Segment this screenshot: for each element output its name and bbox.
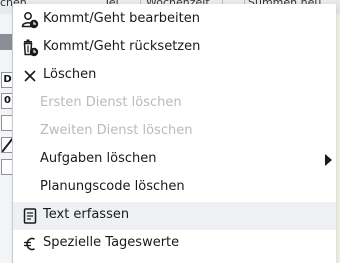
menu-item-label: Kommt/Geht bearbeiten xyxy=(43,11,200,26)
submenu-arrow-icon xyxy=(325,154,332,166)
menu-item-text-erfassen[interactable]: Text erfassen xyxy=(13,202,336,230)
menu-item-kommt-geht-ruecksetzen[interactable]: Kommt/Geht rücksetzen xyxy=(13,34,336,62)
menu-item-loeschen[interactable]: Löschen xyxy=(13,62,336,90)
menu-item-aufgaben-loeschen[interactable]: Aufgaben löschen xyxy=(13,146,336,174)
context-menu: Kommt/Geht bearbeiten Kommt/Geht rückset… xyxy=(12,4,336,263)
menu-item-label: Ersten Dienst löschen xyxy=(40,95,182,110)
trash-clock-icon xyxy=(21,39,39,57)
menu-item-label: Planungscode löschen xyxy=(40,179,185,194)
menu-item-label: Aufgaben löschen xyxy=(40,151,157,166)
menu-item-label: Zweiten Dienst löschen xyxy=(40,123,193,138)
close-icon xyxy=(21,67,39,85)
background-selection-bar xyxy=(0,34,12,50)
euro-icon xyxy=(21,235,39,253)
menu-item-planungscode-loeschen[interactable]: Planungscode löschen xyxy=(13,174,336,202)
menu-item-zweiten-dienst-loeschen: Zweiten Dienst löschen xyxy=(13,118,336,146)
menu-item-label: Spezielle Tageswerte xyxy=(43,235,180,250)
user-clock-icon xyxy=(21,11,39,29)
menu-item-label: Text erfassen xyxy=(43,207,130,222)
menu-item-label: Löschen xyxy=(43,67,97,82)
menu-item-ersten-dienst-loeschen: Ersten Dienst löschen xyxy=(13,90,336,118)
menu-item-kommt-geht-bearbeiten[interactable]: Kommt/Geht bearbeiten xyxy=(13,6,336,34)
menu-item-label: Kommt/Geht rücksetzen xyxy=(43,39,201,54)
document-icon xyxy=(21,207,39,225)
menu-item-spezielle-tageswerte[interactable]: Spezielle Tageswerte xyxy=(13,230,336,258)
